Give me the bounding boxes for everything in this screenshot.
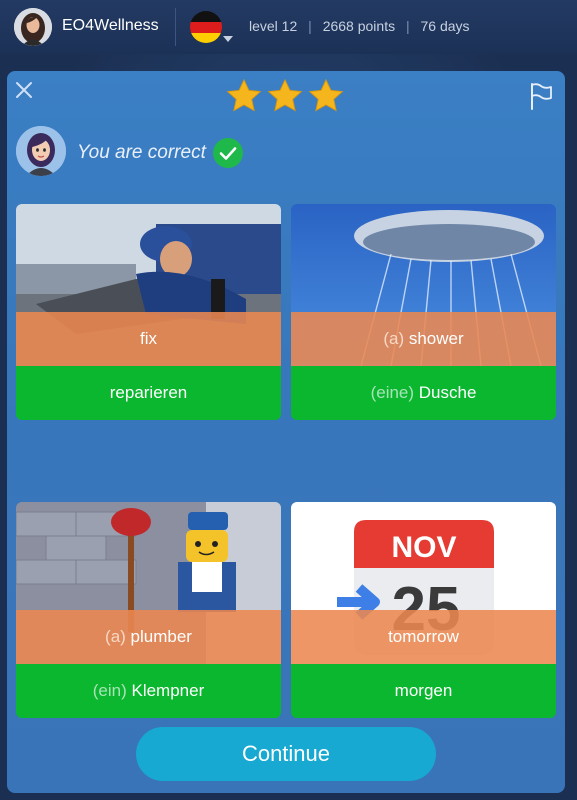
- german-word: (eine) Dusche: [291, 366, 556, 420]
- english-word: tomorrow: [291, 610, 556, 664]
- english-article: (a): [383, 329, 405, 348]
- star-icon: [267, 78, 303, 112]
- english-article: (a): [105, 627, 126, 646]
- english-word: (a) plumber: [16, 610, 281, 664]
- result-modal: You are correct fix reparieren (a) showe…: [7, 71, 565, 793]
- german-article: (ein): [92, 681, 127, 700]
- word-card-tomorrow[interactable]: NOV 25 tomorrow morgen: [291, 502, 556, 718]
- days-stat: 76 days: [420, 18, 470, 34]
- word-card-fix[interactable]: fix reparieren: [16, 204, 281, 420]
- english-word-text: tomorrow: [388, 627, 459, 646]
- star-icon: [308, 78, 344, 112]
- language-dropdown-caret-icon[interactable]: [223, 36, 233, 42]
- user-avatar[interactable]: [14, 8, 52, 46]
- feedback-text: You are correct: [77, 142, 206, 163]
- word-card-shower[interactable]: (a) shower (eine) Dusche: [291, 204, 556, 420]
- stat-separator: |: [308, 18, 312, 34]
- english-word: (a) shower: [291, 312, 556, 366]
- tutor-avatar: [16, 126, 66, 176]
- rating-stars: [225, 77, 349, 117]
- german-word-text: Dusche: [418, 383, 477, 402]
- word-card-plumber[interactable]: (a) plumber (ein) Klempner: [16, 502, 281, 718]
- english-word-text: shower: [408, 329, 464, 348]
- close-icon[interactable]: [13, 79, 35, 101]
- calendar-month: NOV: [391, 531, 456, 564]
- english-word-text: fix: [140, 329, 157, 348]
- german-article: (eine): [370, 383, 415, 402]
- top-bar: EO4Wellness level 12 | 2668 points | 76 …: [0, 0, 577, 54]
- points-stat: 2668 points: [322, 18, 396, 34]
- german-word-text: reparieren: [109, 383, 188, 402]
- user-stats: level 12 | 2668 points | 76 days: [249, 18, 470, 34]
- germany-flag-icon[interactable]: [190, 11, 222, 43]
- german-word: (ein) Klempner: [16, 664, 281, 718]
- username[interactable]: EO4Wellness: [62, 17, 159, 35]
- english-word: fix: [16, 312, 281, 366]
- star-icon: [226, 78, 262, 112]
- english-word-text: plumber: [130, 627, 192, 646]
- stat-separator: |: [405, 18, 410, 34]
- report-flag-icon[interactable]: [527, 81, 555, 111]
- german-word-text: morgen: [394, 681, 453, 700]
- level-stat: level 12: [249, 18, 298, 34]
- continue-button[interactable]: Continue: [136, 727, 436, 781]
- german-word-text: Klempner: [131, 681, 205, 700]
- header-divider: [175, 8, 176, 46]
- checkmark-icon: [213, 138, 243, 168]
- german-word: reparieren: [16, 366, 281, 420]
- german-word: morgen: [291, 664, 556, 718]
